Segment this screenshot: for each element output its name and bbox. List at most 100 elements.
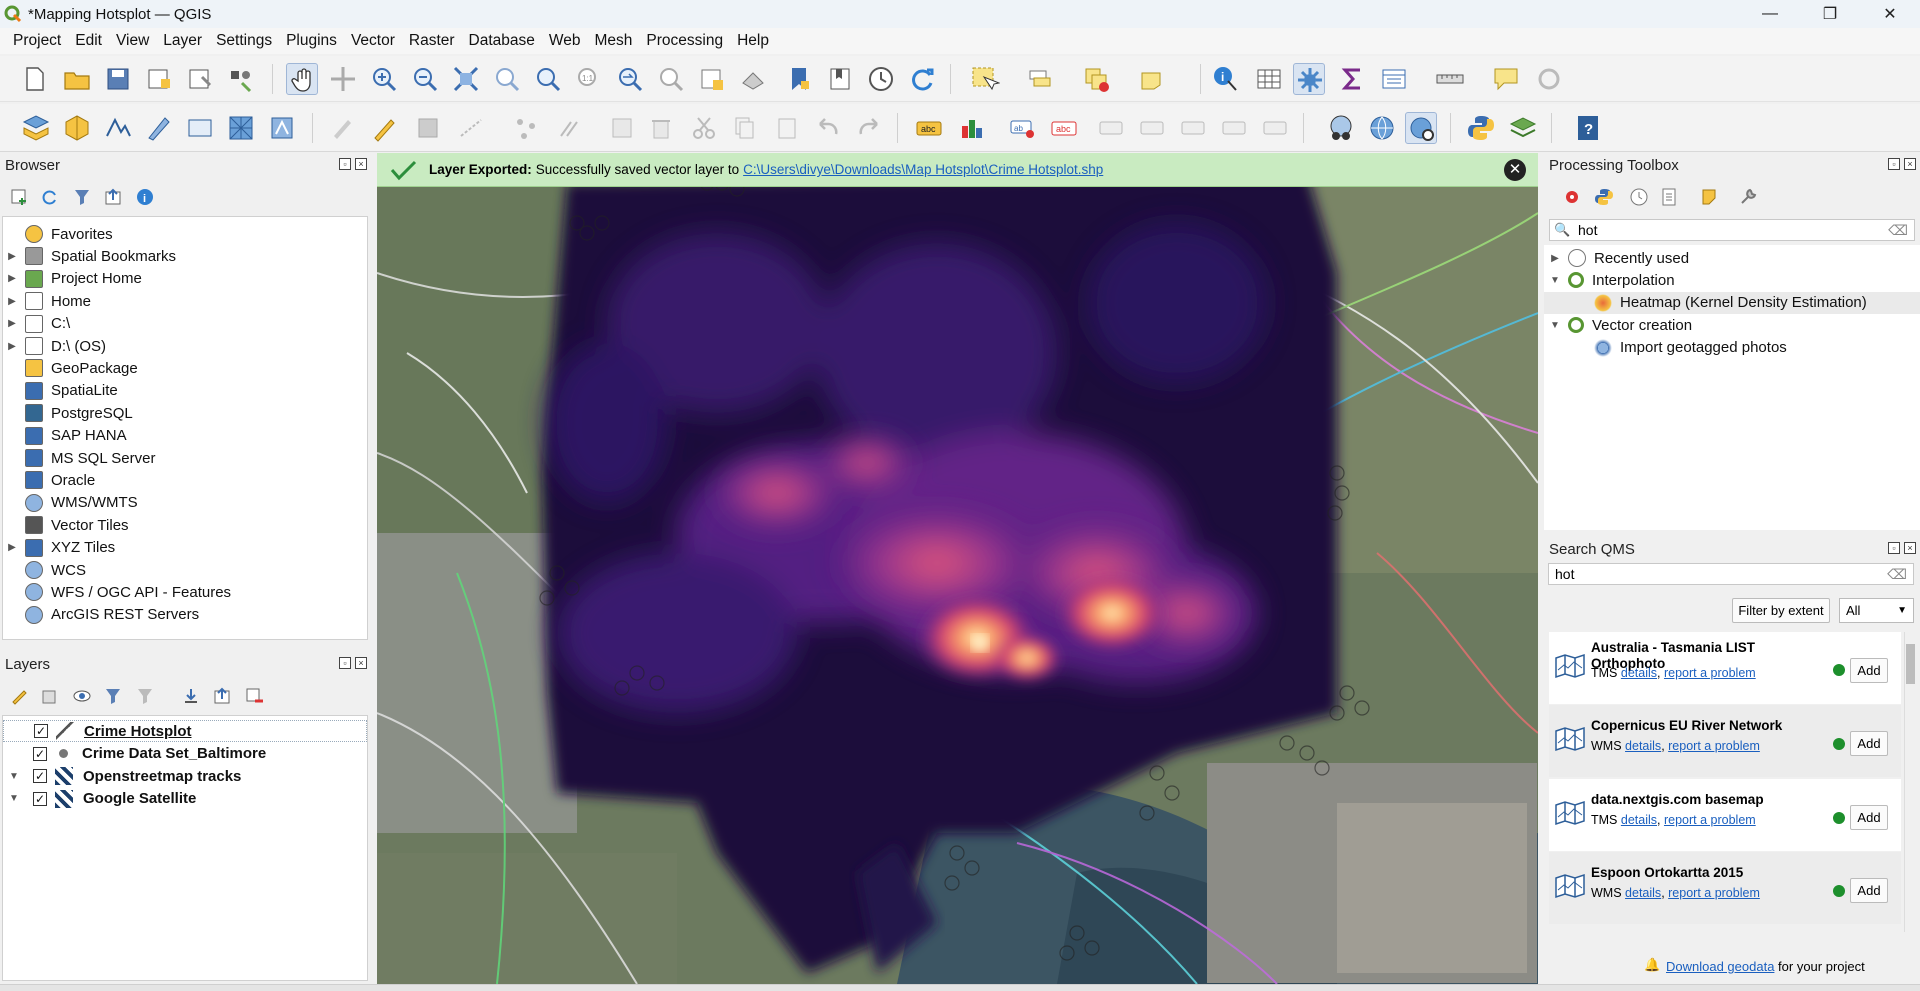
expand-arrow-icon[interactable]: ▶ — [5, 273, 19, 284]
browser-item[interactable]: MS SQL Server — [3, 447, 155, 469]
options-wrench-icon[interactable] — [1738, 187, 1758, 207]
zoom-to-selection-icon[interactable] — [491, 63, 523, 95]
map-canvas[interactable] — [377, 153, 1538, 984]
menu-help[interactable]: Help — [730, 32, 776, 50]
zoom-out-icon[interactable] — [409, 63, 441, 95]
current-edits-icon[interactable] — [326, 112, 358, 144]
menu-mesh[interactable]: Mesh — [588, 32, 640, 50]
filter-by-expression-icon[interactable] — [136, 687, 154, 705]
refresh-icon[interactable] — [906, 63, 938, 95]
info-icon[interactable]: i — [136, 188, 154, 206]
processing-tree-item[interactable]: Heatmap (Kernel Density Estimation) — [1544, 291, 1920, 314]
browser-item[interactable]: SAP HANA — [3, 425, 127, 447]
undo-icon[interactable] — [812, 112, 844, 144]
details-link[interactable]: details — [1625, 886, 1661, 900]
move-label-icon[interactable] — [1136, 112, 1168, 144]
expand-arrow-icon[interactable]: ▼ — [1548, 320, 1562, 331]
expand-arrow-icon[interactable]: ▼ — [1548, 275, 1562, 286]
zoom-last-icon[interactable] — [614, 63, 646, 95]
edit-table-icon[interactable] — [606, 112, 638, 144]
modify-attributes-icon[interactable] — [553, 112, 585, 144]
plugin-layers-icon[interactable] — [1507, 112, 1539, 144]
open-field-calculator-icon[interactable] — [1378, 63, 1410, 95]
menu-database[interactable]: Database — [462, 32, 542, 50]
clear-search-icon[interactable]: ⌫ — [1888, 220, 1908, 240]
zoom-next-icon[interactable] — [655, 63, 687, 95]
redo-icon[interactable] — [853, 112, 885, 144]
add-group-icon[interactable] — [41, 687, 59, 705]
details-link[interactable]: details — [1625, 739, 1661, 753]
save-project-icon[interactable] — [102, 63, 134, 95]
new-map-view-icon[interactable] — [696, 63, 728, 95]
close-panel-icon[interactable]: × — [355, 158, 367, 170]
browser-item[interactable]: ▶ Project Home — [3, 268, 142, 290]
layer-visibility-checkbox[interactable]: ✓ — [34, 724, 48, 738]
browser-item[interactable]: PostgreSQL — [3, 402, 133, 424]
zoom-to-layer-icon[interactable] — [532, 63, 564, 95]
expand-arrow-icon[interactable]: ▶ — [5, 542, 19, 553]
deselect-all-icon[interactable] — [1080, 63, 1112, 95]
style-panel-icon[interactable] — [10, 687, 28, 705]
add-service-button[interactable]: Add — [1850, 658, 1888, 683]
qms-filter-select[interactable]: All ▼ — [1839, 598, 1914, 623]
identify-features-icon[interactable]: i — [1210, 63, 1242, 95]
close-button[interactable]: ✕ — [1860, 0, 1920, 28]
menu-edit[interactable]: Edit — [68, 32, 109, 50]
download-geodata-link[interactable]: Download geodata — [1666, 959, 1774, 974]
expand-arrow-icon[interactable]: ▶ — [5, 251, 19, 262]
minimize-button[interactable]: — — [1740, 0, 1800, 28]
style-manager-icon[interactable] — [225, 63, 257, 95]
python-console-icon[interactable] — [1465, 112, 1497, 144]
zoom-native-resolution-icon[interactable]: 1:1 — [573, 63, 605, 95]
processing-toolbox-icon[interactable] — [1293, 63, 1325, 95]
new-vector-tile-layer-icon[interactable] — [266, 112, 298, 144]
layer-visibility-checkbox[interactable]: ✓ — [33, 791, 47, 806]
browser-item[interactable]: WMS/WMTS — [3, 492, 138, 514]
cut-features-icon[interactable] — [688, 112, 720, 144]
show-hide-labels-icon[interactable] — [1095, 112, 1127, 144]
layer-item[interactable]: ✓ Crime Data Set_Baltimore — [3, 743, 367, 765]
browser-item[interactable]: ▶ Spatial Bookmarks — [3, 245, 176, 267]
save-layer-edits-icon[interactable] — [412, 112, 444, 144]
select-by-value-icon[interactable] — [1024, 63, 1056, 95]
statistics-sigma-icon[interactable] — [1336, 63, 1368, 95]
vertex-tool-icon[interactable] — [510, 112, 542, 144]
menu-vector[interactable]: Vector — [344, 32, 402, 50]
label-toolbar-icon[interactable]: abc — [913, 112, 945, 144]
qms-search-input[interactable]: hot ⌫ — [1548, 563, 1914, 585]
data-source-manager-icon[interactable] — [20, 112, 52, 144]
map-tips-icon[interactable] — [1490, 63, 1522, 95]
close-panel-icon[interactable]: × — [355, 657, 367, 669]
processing-tree-item[interactable]: Import geotagged photos — [1544, 337, 1920, 359]
browser-item[interactable]: ▶ Home — [3, 290, 91, 312]
browser-item[interactable]: ▶ XYZ Tiles — [3, 537, 115, 559]
float-panel-icon[interactable]: ▫ — [1888, 542, 1900, 554]
layer-item[interactable]: ✓ Crime Hotsplot — [3, 720, 367, 742]
select-by-location-icon[interactable] — [1136, 63, 1168, 95]
diagram-options-icon[interactable] — [956, 112, 988, 144]
web-globe-icon[interactable] — [1366, 112, 1398, 144]
label-properties-icon[interactable] — [1259, 112, 1291, 144]
edit-features-in-place-icon[interactable] — [1700, 187, 1720, 207]
expand-arrow-icon[interactable]: ▶ — [5, 341, 19, 352]
add-service-button[interactable]: Add — [1850, 731, 1888, 756]
help-icon[interactable]: ? — [1572, 112, 1604, 144]
delete-selected-icon[interactable] — [645, 112, 677, 144]
menu-layer[interactable]: Layer — [156, 32, 209, 50]
menu-web[interactable]: Web — [542, 32, 588, 50]
qms-search-icon[interactable] — [1325, 112, 1357, 144]
zoom-full-icon[interactable] — [450, 63, 482, 95]
processing-search-input[interactable]: 🔍 hot ⌫ — [1549, 219, 1915, 241]
menu-processing[interactable]: Processing — [639, 32, 730, 50]
expand-arrow-icon[interactable]: ▶ — [5, 296, 19, 307]
pin-labels-icon[interactable]: abc — [1048, 112, 1080, 144]
close-message-icon[interactable]: ✕ — [1504, 159, 1526, 181]
details-link[interactable]: details — [1621, 666, 1657, 680]
annotations-icon[interactable] — [1533, 63, 1565, 95]
qms-scrollbar[interactable] — [1904, 632, 1916, 932]
float-panel-icon[interactable]: ▫ — [339, 657, 351, 669]
new-print-layout-icon[interactable] — [143, 63, 175, 95]
history-icon[interactable] — [1629, 187, 1649, 207]
maximize-button[interactable]: ❐ — [1800, 0, 1860, 28]
new-project-icon[interactable] — [18, 63, 50, 95]
